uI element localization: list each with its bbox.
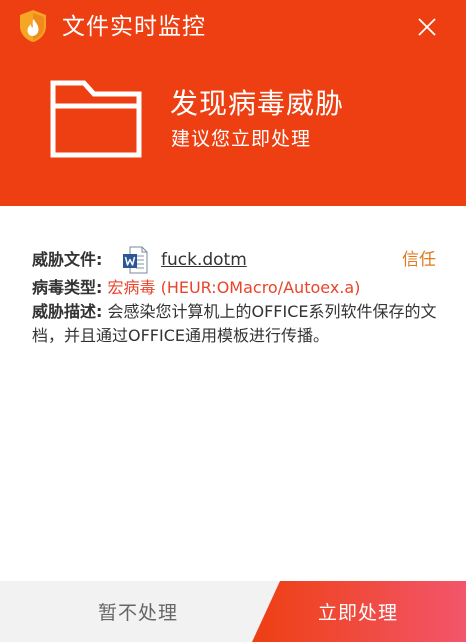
virus-type-row: 病毒类型: 宏病毒 (HEUR:OMacro/Autoex.a): [32, 276, 442, 300]
alert-subtitle: 建议您立即处理: [171, 128, 312, 150]
handle-now-button-label: 立即处理: [318, 602, 399, 624]
trust-link[interactable]: 信任: [402, 248, 436, 272]
virus-type-value: 宏病毒 (HEUR:OMacro/Autoex.a): [107, 278, 361, 297]
close-icon: [418, 18, 436, 36]
alert-title: 发现病毒威胁: [170, 87, 345, 120]
antivirus-alert-window: 文件实时监控 发现病毒威胁 建议您立即处理 威胁文件: fuck.dotm 信任…: [0, 0, 466, 642]
virus-type-label: 病毒类型:: [32, 278, 103, 297]
threat-file-label: 威胁文件:: [32, 250, 103, 269]
ignore-button-label: 暂不处理: [98, 603, 179, 624]
threat-description-label: 威胁描述:: [32, 302, 103, 321]
word-document-icon: [123, 246, 148, 274]
threat-description-row: 威胁描述: 会感染您计算机上的OFFICE系列软件保存的文档，并且通过OFFIC…: [32, 300, 442, 348]
handle-now-button[interactable]: 立即处理: [252, 581, 466, 642]
action-footer: 暂不处理 立即处理: [0, 581, 466, 642]
ignore-button[interactable]: 暂不处理: [0, 581, 280, 642]
alert-header: 文件实时监控 发现病毒威胁 建议您立即处理: [0, 0, 466, 206]
title-bar[interactable]: 文件实时监控: [0, 0, 466, 56]
folder-icon: [50, 80, 142, 158]
close-button[interactable]: [410, 10, 444, 44]
threat-file-name-link[interactable]: fuck.dotm: [161, 248, 247, 272]
window-title: 文件实时监控: [62, 14, 206, 40]
threat-file-row: 威胁文件: fuck.dotm 信任: [32, 246, 442, 276]
threat-details: 威胁文件: fuck.dotm 信任 病毒类型: 宏病毒 (HEUR:OMacr…: [32, 246, 442, 348]
shield-flame-logo-icon: [20, 10, 46, 42]
